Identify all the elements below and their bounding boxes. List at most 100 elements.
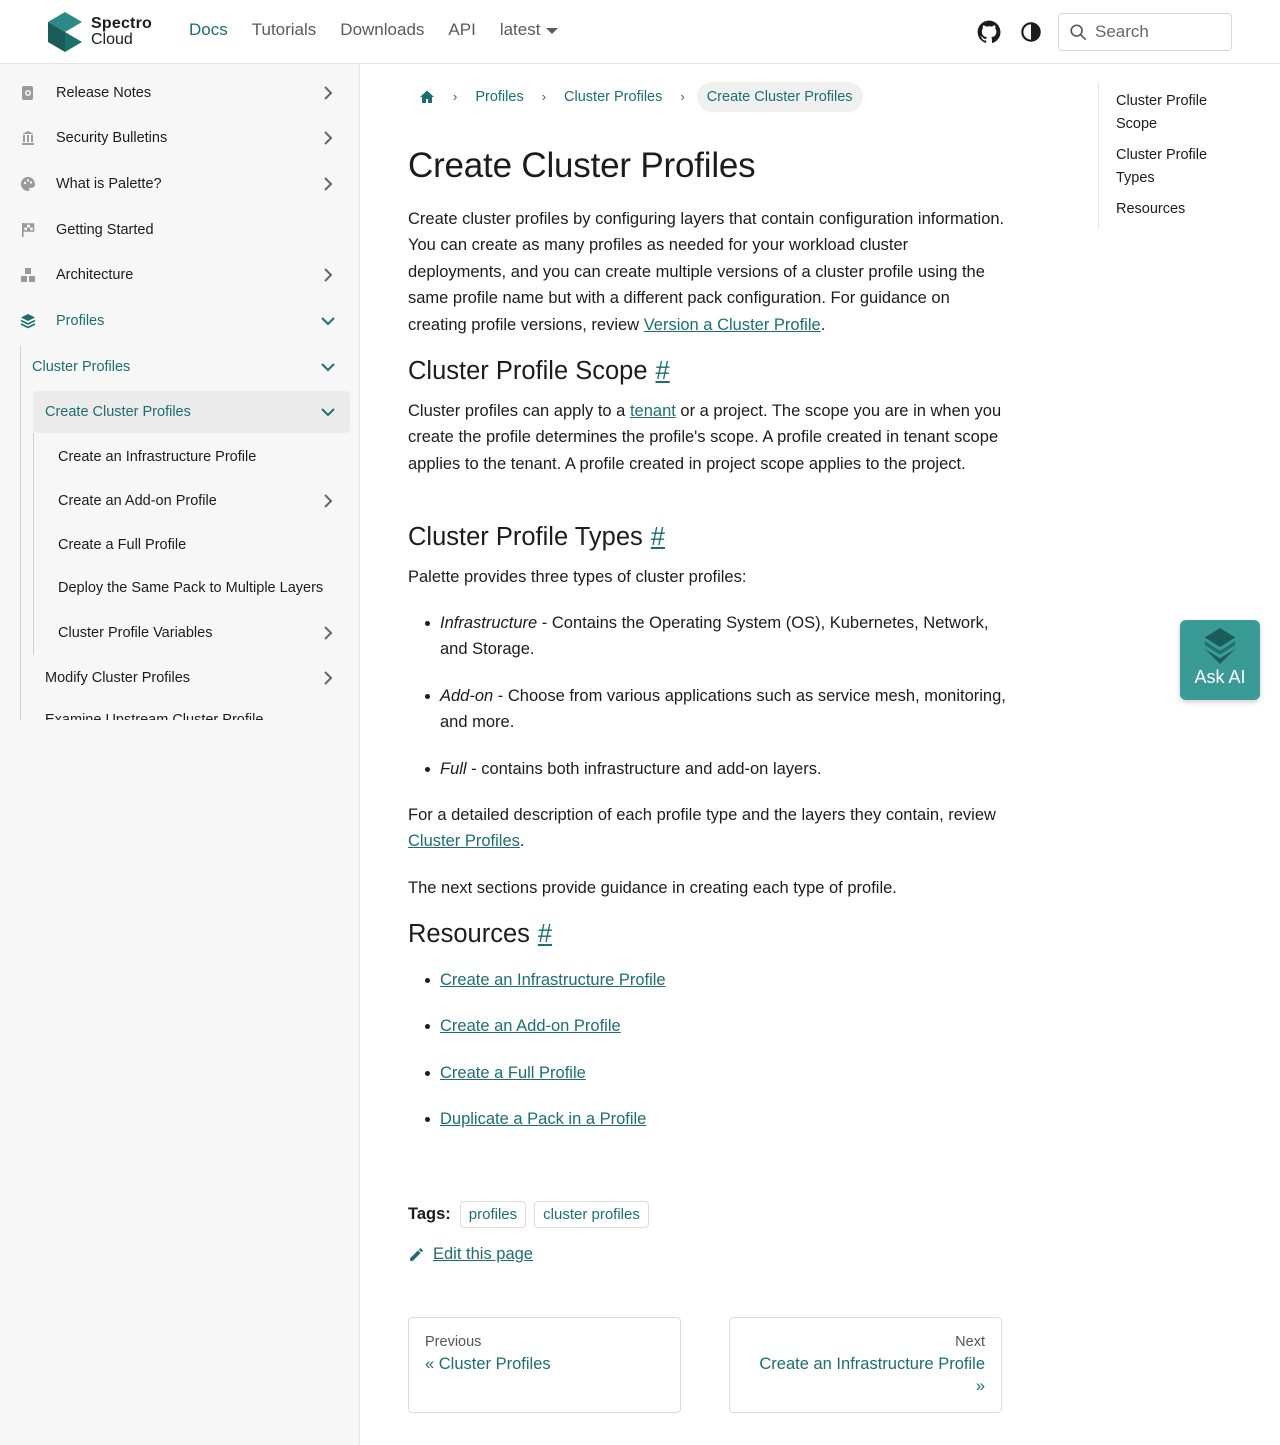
spectro-cloud-logo[interactable]: Spectro Cloud	[46, 11, 152, 53]
pager-title: « Cluster Profiles	[425, 1355, 551, 1373]
list-item: Infrastructure - Contains the Operating …	[425, 610, 1010, 663]
resource-link[interactable]: Create an Infrastructure Profile	[440, 971, 666, 989]
nav-downloads[interactable]: Downloads	[340, 20, 424, 40]
sidebar-item-label: Create an Add-on Profile	[58, 493, 217, 509]
github-icon[interactable]	[976, 19, 1002, 45]
logo-text-cloud: Cloud	[91, 31, 133, 48]
anchor-link[interactable]: #	[656, 357, 670, 385]
release-notes-icon	[22, 86, 33, 100]
chevron-down-icon	[321, 363, 335, 372]
nav-tutorials[interactable]: Tutorials	[252, 20, 317, 40]
profiles-icon	[20, 314, 36, 329]
chevron-right-icon: ›	[453, 89, 458, 104]
sidebar-item-label: Cluster Profiles	[32, 359, 131, 375]
theme-toggle-icon[interactable]	[1018, 19, 1044, 45]
sidebar-item-create-addon-profile[interactable]: Create an Add-on Profile	[46, 481, 350, 521]
tag-chip[interactable]: profiles	[459, 1201, 527, 1228]
type-desc: - contains both infrastructure and add-o…	[466, 759, 822, 778]
chevron-down-icon	[546, 28, 559, 34]
list-item: Create an Add-on Profile	[425, 1013, 1010, 1039]
sidebar-item-create-cluster-profiles[interactable]: Create Cluster Profiles	[33, 391, 350, 433]
heading-text: Cluster Profile Scope	[408, 357, 648, 385]
sidebar-item-cluster-profile-variables[interactable]: Cluster Profile Variables	[46, 613, 350, 653]
resource-link[interactable]: Create a Full Profile	[440, 1064, 586, 1082]
resource-link[interactable]: Create an Add-on Profile	[440, 1017, 621, 1035]
sidebar-tree-line	[20, 346, 21, 720]
breadcrumb-profiles[interactable]: Profiles	[475, 89, 523, 105]
list-item: Add-on - Choose from various application…	[425, 683, 1010, 736]
version-cluster-profile-link[interactable]: Version a Cluster Profile	[644, 316, 821, 334]
chevron-right-icon: ›	[541, 89, 547, 104]
ask-ai-icon	[1204, 628, 1236, 664]
type-name: Full	[440, 759, 467, 778]
scope-text: Cluster profiles can apply to a	[408, 402, 630, 420]
sidebar-item-label: Security Bulletins	[56, 130, 168, 146]
sidebar-item-create-infrastructure-profile[interactable]: Create an Infrastructure Profile	[46, 437, 350, 477]
sidebar-item-label: Create Cluster Profiles	[45, 404, 191, 420]
next-page-button[interactable]: Next Create an Infrastructure Profile »	[729, 1317, 1002, 1413]
sidebar-item-cluster-profiles[interactable]: Cluster Profiles	[20, 347, 350, 387]
types-heading: Cluster Profile Types #	[408, 523, 665, 552]
home-icon[interactable]	[419, 89, 435, 105]
list-item: Create an Infrastructure Profile	[425, 967, 1010, 993]
previous-page-button[interactable]: Previous « Cluster Profiles	[408, 1317, 681, 1413]
sidebar-item-label: Create a Full Profile	[58, 537, 187, 553]
sidebar-item-label: Modify Cluster Profiles	[45, 670, 191, 686]
palette-icon	[21, 177, 35, 191]
sidebar-item-label: Architecture	[56, 267, 134, 283]
intro-paragraph: Create cluster profiles by configuring l…	[408, 210, 1005, 334]
pencil-icon	[410, 1248, 423, 1261]
header-icons	[976, 19, 1044, 45]
tag-chip[interactable]: cluster profiles	[534, 1201, 649, 1228]
chevron-right-icon: ›	[680, 89, 685, 104]
sidebar-item-profiles[interactable]: Profiles	[20, 301, 350, 341]
sidebar-item-security-bulletins[interactable]: Security Bulletins	[20, 118, 350, 158]
sidebar-item-label: Profiles	[56, 313, 105, 329]
anchor-link[interactable]: #	[651, 523, 665, 551]
types-intro: Palette provides three types of cluster …	[408, 568, 747, 586]
sidebar-item-modify-cluster-profiles[interactable]: Modify Cluster Profiles	[33, 658, 350, 698]
nav-docs[interactable]: Docs	[189, 20, 228, 40]
sidebar-item-label: Deploy the Same Pack to Multiple Layers	[58, 580, 324, 596]
search-box[interactable]	[1058, 13, 1232, 51]
pager-label: Next	[955, 1334, 985, 1350]
detail-paragraph: For a detailed description of each profi…	[408, 806, 996, 851]
table-of-contents: Cluster Profile Scope Cluster Profile Ty…	[1098, 82, 1248, 229]
sidebar-item-create-full-profile[interactable]: Create a Full Profile	[46, 525, 350, 565]
type-name: Add-on	[440, 686, 494, 705]
sidebar-item-label: What is Palette?	[56, 176, 162, 192]
heading-text: Resources	[408, 920, 530, 948]
sidebar-item-cut-off[interactable]: Examine Upstream Cluster Profile	[33, 712, 350, 720]
sidebar-item-architecture[interactable]: Architecture	[20, 255, 350, 295]
edit-page-link[interactable]: Edit this page	[408, 1245, 533, 1264]
toc-item[interactable]: Resources	[1116, 198, 1248, 221]
breadcrumb-cluster-profiles[interactable]: Cluster Profiles	[564, 89, 662, 105]
breadcrumb-current: Create Cluster Profiles	[696, 81, 863, 112]
toc-item[interactable]: Cluster Profile Types	[1116, 144, 1248, 190]
sidebar-item-deploy-same-pack[interactable]: Deploy the Same Pack to Multiple Layers	[46, 568, 350, 608]
cluster-profiles-link[interactable]: Cluster Profiles	[408, 832, 520, 850]
version-dropdown[interactable]: latest	[500, 20, 559, 40]
toc-item[interactable]: Cluster Profile Scope	[1116, 90, 1248, 136]
search-input[interactable]	[1095, 22, 1215, 42]
types-list: Infrastructure - Contains the Operating …	[425, 610, 1010, 782]
sidebar-item-what-is-palette[interactable]: What is Palette?	[20, 164, 350, 204]
nav-api[interactable]: API	[448, 20, 475, 40]
tenant-link[interactable]: tenant	[630, 402, 676, 420]
page-title: Create Cluster Profiles	[408, 146, 756, 185]
ask-ai-button[interactable]: Ask AI	[1180, 620, 1260, 700]
next-paragraph: The next sections provide guidance in cr…	[408, 879, 897, 897]
resource-link[interactable]: Duplicate a Pack in a Profile	[440, 1110, 646, 1128]
sidebar-item-getting-started[interactable]: Getting Started	[20, 210, 350, 250]
search-icon	[1070, 24, 1087, 41]
resources-list: Create an Infrastructure Profile Create …	[425, 967, 1010, 1133]
ask-ai-label: Ask AI	[1194, 667, 1246, 687]
anchor-link[interactable]: #	[538, 920, 552, 948]
logo-text-spectro: Spectro	[91, 15, 152, 32]
top-header: Spectro Cloud Docs Tutorials Downloads A…	[0, 0, 1280, 64]
chevron-right-icon	[324, 268, 333, 282]
security-icon	[22, 131, 34, 145]
pager-title: Create an Infrastructure Profile »	[759, 1355, 985, 1395]
chevron-right-icon	[324, 494, 333, 508]
sidebar-item-release-notes[interactable]: Release Notes	[20, 73, 350, 113]
